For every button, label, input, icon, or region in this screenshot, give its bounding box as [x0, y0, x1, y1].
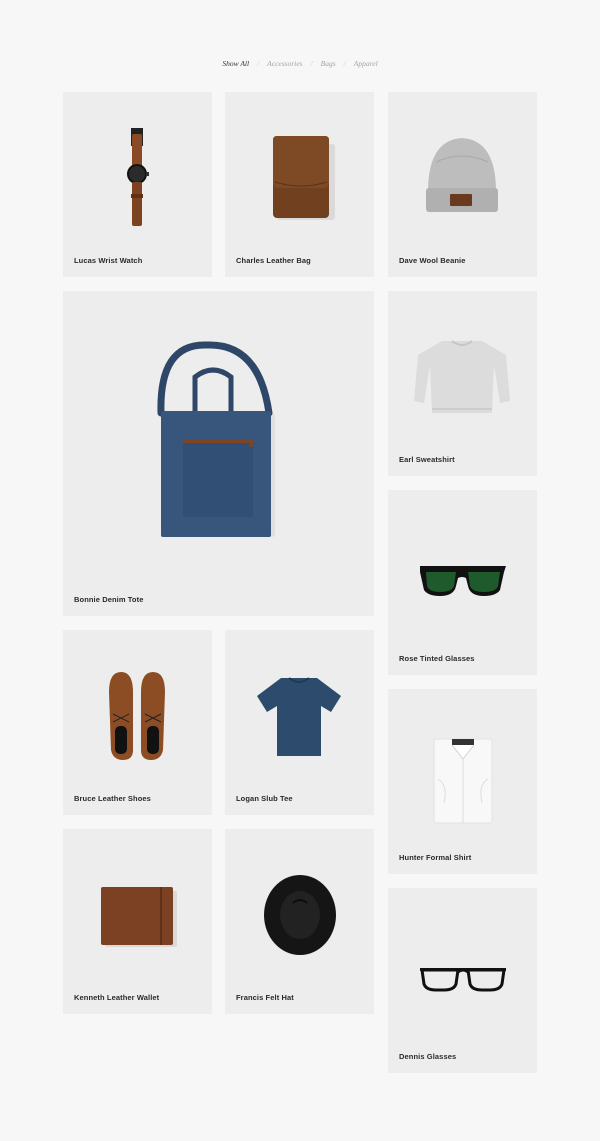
category-filter: Show All / Accessories / Bags / Apparel: [0, 56, 600, 70]
sweatshirt-image: [414, 340, 510, 413]
product-card-logan-slub-tee[interactable]: Logan Slub Tee: [225, 630, 374, 815]
product-card-lucas-wrist-watch[interactable]: Lucas Wrist Watch: [63, 92, 212, 277]
leather-wallet-image: [101, 887, 177, 947]
product-card-kenneth-leather-wallet[interactable]: Kenneth Leather Wallet: [63, 829, 212, 1014]
product-card-francis-felt-hat[interactable]: Francis Felt Hat: [225, 829, 374, 1014]
filter-show-all[interactable]: Show All: [222, 59, 249, 68]
product-card-bruce-leather-shoes[interactable]: Bruce Leather Shoes: [63, 630, 212, 815]
product-card-hunter-formal-shirt[interactable]: Hunter Formal Shirt: [388, 689, 537, 874]
wrist-watch-image: [127, 128, 149, 226]
filter-accessories[interactable]: Accessories: [267, 59, 302, 68]
filter-separator: /: [343, 58, 346, 68]
product-card-rose-tinted-glasses[interactable]: Rose Tinted Glasses: [388, 490, 537, 675]
product-card-charles-leather-bag[interactable]: Charles Leather Bag: [225, 92, 374, 277]
product-name: Earl Sweatshirt: [399, 455, 455, 464]
product-name: Francis Felt Hat: [236, 993, 294, 1002]
product-card-bonnie-denim-tote[interactable]: Bonnie Denim Tote: [63, 291, 374, 616]
product-name: Kenneth Leather Wallet: [74, 993, 160, 1002]
filter-separator: /: [310, 58, 313, 68]
product-card-dennis-glasses[interactable]: Dennis Glasses: [388, 888, 537, 1073]
filter-separator: /: [257, 58, 260, 68]
product-name: Dennis Glasses: [399, 1052, 457, 1061]
product-name: Bonnie Denim Tote: [74, 595, 144, 604]
product-name: Rose Tinted Glasses: [399, 654, 475, 663]
product-name: Hunter Formal Shirt: [399, 853, 472, 862]
sunglasses-image: [420, 566, 506, 596]
product-card-earl-sweatshirt[interactable]: Earl Sweatshirt: [388, 291, 537, 476]
formal-shirt-image: [433, 738, 493, 824]
eyeglasses-image: [420, 968, 506, 992]
product-name: Dave Wool Beanie: [399, 256, 466, 265]
felt-hat-image: [264, 875, 336, 955]
product-name: Logan Slub Tee: [236, 794, 293, 803]
denim-tote-image: [157, 341, 275, 537]
product-card-dave-wool-beanie[interactable]: Dave Wool Beanie: [388, 92, 537, 277]
product-name: Charles Leather Bag: [236, 256, 311, 265]
leather-bag-image: [273, 136, 335, 220]
product-name: Lucas Wrist Watch: [74, 256, 143, 265]
wool-beanie-image: [426, 138, 498, 212]
product-name: Bruce Leather Shoes: [74, 794, 151, 803]
tee-image: [257, 677, 341, 756]
leather-shoes-image: [109, 672, 165, 760]
filter-bags[interactable]: Bags: [321, 59, 336, 68]
filter-apparel[interactable]: Apparel: [354, 59, 378, 68]
